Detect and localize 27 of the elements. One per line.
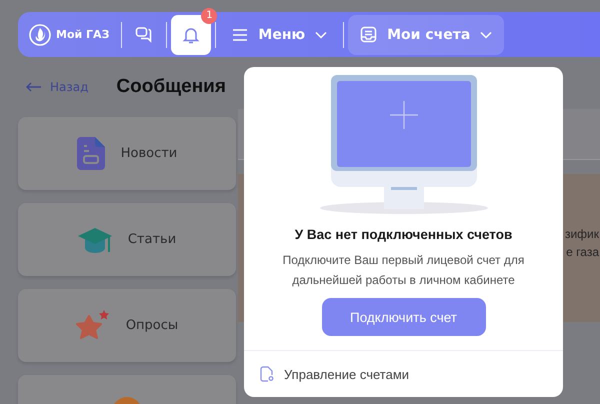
category-card[interactable]: Статьи [18,203,236,276]
chat-bubbles-icon [135,26,154,44]
category-card[interactable]: Новости [18,117,236,190]
empty-state-title: У Вас нет подключенных счетов [294,227,512,242]
page-title: Сообщения [116,76,226,98]
menu-icon [232,28,248,42]
chevron-down-icon [315,30,328,38]
arrow-left-icon [26,82,42,92]
manage-accounts-link[interactable]: Управление счетами [260,366,563,382]
document-gear-icon [260,366,274,382]
star-icon [76,310,110,342]
graduation-cap-icon [78,226,112,254]
bell-icon [182,26,200,44]
logo-text[interactable]: Мой ГАЗ [56,28,110,41]
flame-logo-icon [29,24,51,46]
notification-badge: 1 [201,8,218,24]
banner-text: зифик [564,227,600,241]
connect-account-button[interactable]: Подключить счет [322,298,486,336]
inbox-icon [360,26,378,43]
empty-state-description: Подключите Ваш первый лицевой счет для дальнейшей работы в личном кабинете [282,252,526,289]
accounts-dropdown[interactable]: Мои счета [348,14,504,54]
document-icon [76,137,105,170]
category-card[interactable]: Опросы [18,289,236,362]
chevron-down-icon [480,30,492,38]
menu-button[interactable]: Меню [220,14,340,54]
back-link[interactable]: Назад [26,80,88,94]
banner-text: е газа [566,245,600,259]
